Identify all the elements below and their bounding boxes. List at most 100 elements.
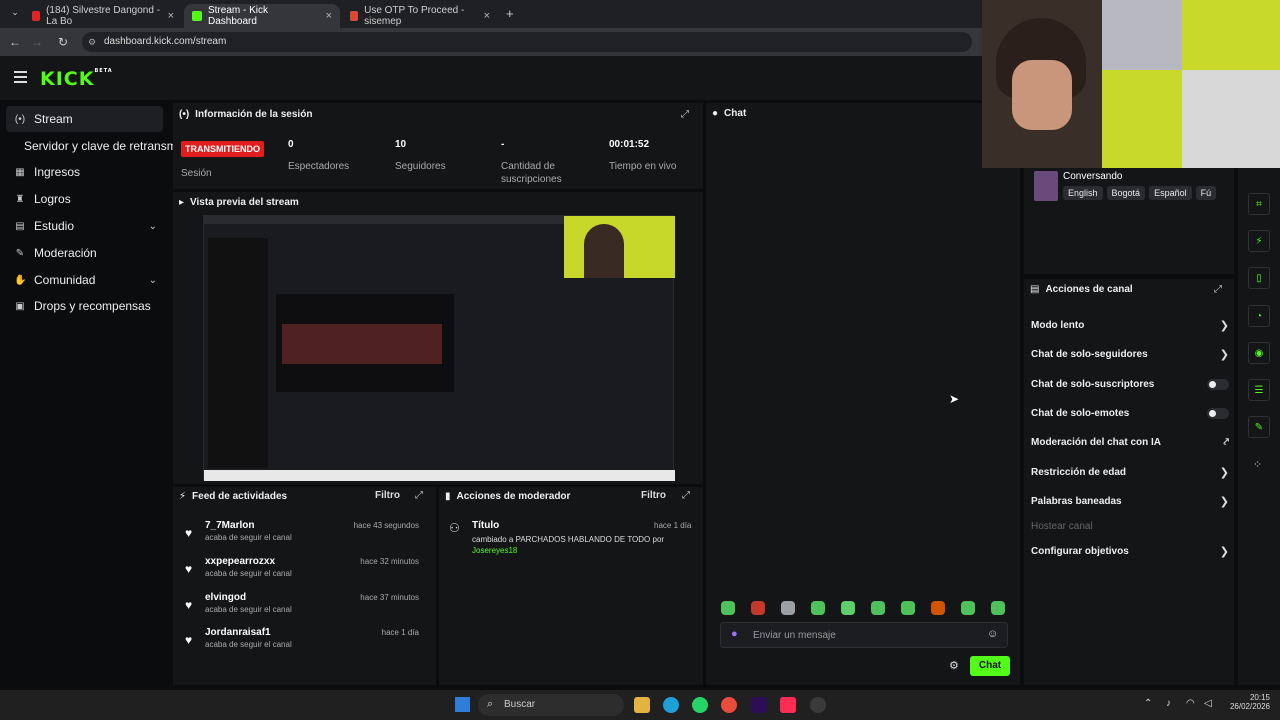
whatsapp-icon[interactable] — [692, 697, 708, 713]
chat-input[interactable]: ● Enviar un mensaje ☺ — [720, 622, 1008, 648]
preview-nested-image — [282, 324, 442, 364]
wrench-icon: ✎ — [15, 247, 25, 259]
action-configure-goals[interactable]: Configurar objetivos ❯ — [1031, 542, 1229, 560]
obs-icon[interactable] — [810, 697, 826, 713]
emote-button[interactable] — [961, 601, 975, 615]
clock-time: 20:15 — [1249, 693, 1270, 702]
menu-icon[interactable] — [14, 71, 27, 83]
forward-icon[interactable]: → — [26, 35, 48, 49]
wifi-icon[interactable]: ◠ — [1186, 698, 1195, 709]
feed-user[interactable]: xxpepearrozxx — [205, 556, 275, 567]
clock[interactable]: 20:15 26/02/2026 — [1226, 693, 1270, 711]
site-info-icon[interactable]: ⚙ — [88, 32, 96, 52]
category-name[interactable]: Conversando — [1063, 171, 1122, 182]
emote-button[interactable] — [871, 601, 885, 615]
action-age-restriction[interactable]: Restricción de edad ❯ — [1031, 463, 1229, 481]
subscribers-only-toggle[interactable] — [1207, 378, 1229, 390]
emote-button[interactable] — [811, 601, 825, 615]
filter-button[interactable]: Filtro — [641, 490, 666, 501]
sidebar-item-logros[interactable]: ♜ Logros — [6, 186, 163, 212]
sidebar-item-drops[interactable]: ▣ Drops y recompensas — [6, 293, 163, 319]
expand-icon[interactable]: ⤢ — [415, 490, 423, 501]
feed-user[interactable]: elvingod — [205, 592, 246, 603]
expand-icon[interactable]: ⤢ — [681, 109, 689, 120]
new-tab-button[interactable]: + — [506, 6, 514, 21]
emote-button[interactable] — [841, 601, 855, 615]
list-icon: ▤ — [1030, 284, 1040, 295]
close-icon[interactable]: × — [168, 10, 174, 22]
action-followers-only[interactable]: Chat de solo-seguidores ❯ — [1031, 345, 1229, 363]
premiere-icon[interactable] — [751, 697, 767, 713]
logo-beta: BETA — [94, 68, 113, 74]
action-banned-words[interactable]: Palabras baneadas ❯ — [1031, 492, 1229, 510]
more-icon[interactable]: ⁘ — [1253, 458, 1262, 471]
document-icon[interactable]: ▯ — [1248, 267, 1270, 289]
category-thumbnail[interactable] — [1034, 171, 1058, 201]
tray-chevron-icon[interactable]: ⌃ — [1144, 698, 1152, 709]
sidebar-item-estudio[interactable]: ▤ Estudio ⌄ — [6, 213, 163, 239]
tab-list-icon[interactable]: ⌄ — [4, 7, 26, 18]
action-slow-mode[interactable]: Modo lento ❯ — [1031, 316, 1229, 334]
emote-button[interactable] — [721, 601, 735, 615]
expand-icon[interactable]: ⤢ — [682, 490, 690, 501]
sidebar-item-moderacion[interactable]: ✎ Moderación — [6, 240, 163, 266]
chat-send-button[interactable]: Chat — [970, 656, 1010, 676]
panel-title: Vista previa del stream — [190, 197, 299, 208]
mic-icon[interactable]: ● — [731, 628, 738, 640]
tag[interactable]: Fú — [1195, 186, 1217, 200]
wrench-icon[interactable]: ✎ — [1248, 416, 1270, 438]
stream-preview-video[interactable] — [203, 215, 675, 481]
edge-icon[interactable] — [663, 697, 679, 713]
sidebar-item-stream[interactable]: (•) Stream — [6, 106, 163, 132]
filter-button[interactable]: Filtro — [375, 490, 400, 501]
chat-panel: ● Chat ● Enviar un mensaje ☺ ⚙ Chat — [706, 103, 1020, 685]
feed-user[interactable]: Jordanraisaf1 — [205, 627, 271, 638]
emotes-only-toggle[interactable] — [1207, 407, 1229, 419]
emote-button[interactable] — [901, 601, 915, 615]
reload-icon[interactable]: ↻ — [52, 35, 74, 49]
gear-icon[interactable]: ⚙ — [949, 659, 959, 672]
panel-header: (•) Información de la sesión — [179, 109, 312, 120]
file-explorer-icon[interactable] — [634, 697, 650, 713]
tag[interactable]: Bogotá — [1106, 186, 1146, 200]
lightning-icon[interactable]: ⚡ — [1248, 230, 1270, 252]
action-ai-moderation[interactable]: Moderación del chat con IA ⤤ — [1031, 433, 1229, 451]
close-icon[interactable]: × — [484, 10, 490, 22]
microphone-icon[interactable]: ♪ — [1166, 698, 1171, 709]
tag[interactable]: Español — [1149, 186, 1192, 200]
browser-tab-youtube[interactable]: (184) Silvestre Dangond - La Bo × — [24, 4, 182, 28]
emoji-icon[interactable]: ☺ — [987, 628, 998, 640]
tag[interactable]: English — [1063, 186, 1103, 200]
volume-icon[interactable]: ◁ — [1204, 698, 1212, 709]
url-field[interactable]: ⚙ dashboard.kick.com/stream — [82, 32, 972, 52]
close-icon[interactable]: × — [326, 10, 332, 22]
feed-user[interactable]: 7_7Marlon — [205, 520, 254, 531]
sidebar-item-comunidad[interactable]: ✋ Comunidad ⌄ — [6, 267, 163, 293]
chat-placeholder: Enviar un mensaje — [753, 630, 836, 641]
expand-icon[interactable]: ⤢ — [1214, 284, 1222, 295]
sidebar-item-server-key[interactable]: Servidor y clave de retransmi — [16, 133, 176, 159]
list-icon[interactable]: ☰ — [1248, 379, 1270, 401]
emote-button[interactable] — [931, 601, 945, 615]
tab-title: Use OTP To Proceed - sisemep — [364, 5, 465, 27]
back-icon[interactable]: ← — [4, 35, 26, 49]
browser-tab-kick[interactable]: Stream - Kick Dashboard × — [184, 4, 340, 28]
capcut-icon[interactable] — [780, 697, 796, 713]
chrome-icon[interactable] — [721, 697, 737, 713]
mod-item-user[interactable]: Josereyes18 — [472, 546, 517, 555]
sidebar-item-ingresos[interactable]: ▦ Ingresos — [6, 159, 163, 185]
emote-button[interactable] — [751, 601, 765, 615]
kick-logo[interactable]: KICKBETA — [40, 68, 113, 90]
chevron-right-icon: ❯ — [1219, 319, 1229, 332]
clip-icon[interactable]: ⌗ — [1248, 193, 1270, 215]
emote-button[interactable] — [781, 601, 795, 615]
emote-button[interactable] — [991, 601, 1005, 615]
mod-item-time: hace 1 día — [654, 521, 692, 530]
windows-start-icon[interactable] — [455, 697, 470, 712]
chat-bubble-icon[interactable]: ◔ — [1248, 305, 1270, 327]
taskbar-search[interactable]: ⌕ Buscar — [478, 694, 624, 716]
browser-tab-gmail[interactable]: Use OTP To Proceed - sisemep × — [342, 4, 498, 28]
money-icon: ▦ — [15, 166, 25, 178]
studio-icon: ▤ — [15, 220, 25, 232]
broadcast-icon[interactable]: ◉ — [1248, 342, 1270, 364]
